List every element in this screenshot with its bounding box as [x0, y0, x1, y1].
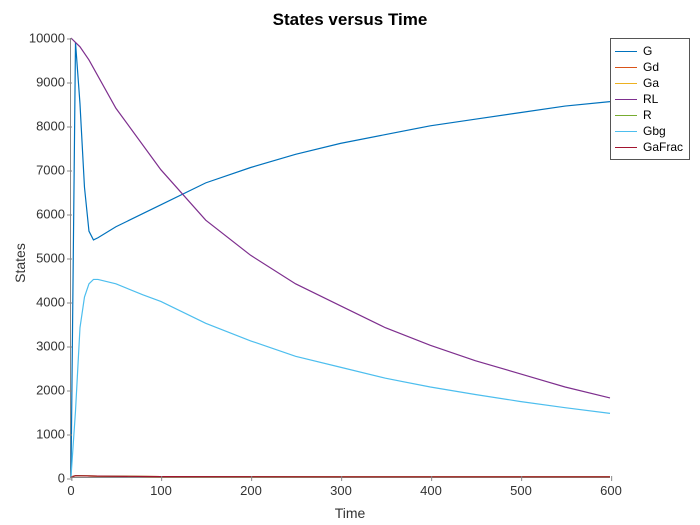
y-tick: 5000 [36, 251, 71, 266]
legend-item-Gd: Gd [615, 59, 683, 75]
series-G [71, 42, 610, 477]
y-tick: 7000 [36, 163, 71, 178]
y-tick: 4000 [36, 295, 71, 310]
series-layer [71, 38, 610, 477]
legend-swatch [615, 115, 637, 116]
y-tick: 9000 [36, 75, 71, 90]
legend: G Gd Ga RL R Gbg GaFrac [610, 38, 690, 160]
legend-swatch [615, 147, 637, 148]
series-Gbg [71, 279, 610, 477]
x-axis-label: Time [0, 505, 700, 521]
legend-label: GaFrac [643, 140, 683, 154]
legend-label: R [643, 108, 652, 122]
legend-label: G [643, 44, 652, 58]
x-tick: 100 [150, 477, 172, 498]
legend-swatch [615, 83, 637, 84]
legend-swatch [615, 99, 637, 100]
legend-item-Gbg: Gbg [615, 123, 683, 139]
chart-title: States versus Time [0, 10, 700, 30]
y-tick: 3000 [36, 339, 71, 354]
y-axis-label: States [12, 243, 28, 283]
y-tick: 6000 [36, 207, 71, 222]
legend-item-RL: RL [615, 91, 683, 107]
legend-item-GaFrac: GaFrac [615, 139, 683, 155]
legend-item-G: G [615, 43, 683, 59]
legend-item-Ga: Ga [615, 75, 683, 91]
y-tick: 2000 [36, 383, 71, 398]
legend-label: RL [643, 92, 658, 106]
x-tick: 400 [420, 477, 442, 498]
series-RL [71, 38, 610, 398]
legend-label: Ga [643, 76, 659, 90]
y-tick: 10000 [29, 31, 71, 46]
plot-area: 0100020003000400050006000700080009000100… [70, 38, 610, 478]
legend-label: Gbg [643, 124, 666, 138]
y-tick: 8000 [36, 119, 71, 134]
legend-swatch [615, 51, 637, 52]
y-tick: 1000 [36, 427, 71, 442]
legend-swatch [615, 131, 637, 132]
x-tick: 300 [330, 477, 352, 498]
legend-item-R: R [615, 107, 683, 123]
x-tick: 200 [240, 477, 262, 498]
x-tick: 600 [600, 477, 622, 498]
x-tick: 500 [510, 477, 532, 498]
legend-label: Gd [643, 60, 659, 74]
legend-swatch [615, 67, 637, 68]
x-tick: 0 [67, 477, 74, 498]
